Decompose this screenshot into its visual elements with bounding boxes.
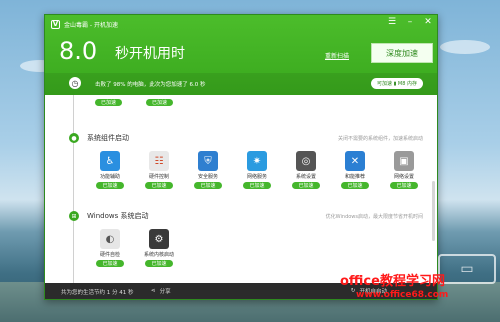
share-label: 分享 — [159, 289, 171, 295]
item-label: 和能推荐 — [344, 174, 365, 180]
status-pill[interactable]: 已加速 — [96, 182, 124, 189]
title-bar: V 金山毒霸 - 开机加速 — [51, 18, 118, 30]
time-saved-text: 共为您的生活节约 1 分 41 秒 — [61, 290, 134, 296]
shortcut-pill[interactable]: 可加速 ▮ M8 内存 — [370, 78, 423, 89]
section-title: 系统组件启动 — [87, 134, 129, 142]
section-title: Windows 系统启动 — [87, 212, 149, 220]
shortcut-pill-label: 可加速 ▮ M8 内存 — [376, 81, 417, 87]
result-info-text: 击败了 98% 的电脑，此次为您加速了 6.0 秒 — [95, 82, 206, 88]
result-info-bar: ◷ 击败了 98% 的电脑，此次为您加速了 6.0 秒 可加速 ▮ M8 内存 — [45, 73, 437, 95]
status-pill[interactable]: 已加速 — [390, 182, 418, 189]
item-label: 硬件自检 — [99, 252, 120, 258]
status-pill[interactable]: 已加速 — [96, 260, 124, 267]
watermark-url: www.office68.com — [356, 290, 449, 300]
header-panel: V 金山毒霸 - 开机加速 ☰ – ✕ 8.0 秒开机用时 重新扫描 深度加速 … — [45, 15, 437, 95]
close-icon[interactable]: ✕ — [423, 17, 433, 27]
network-settings-icon: ▣ — [394, 151, 414, 171]
list-item[interactable]: ☷ 硬件控制 已加速 — [144, 151, 174, 189]
list-item[interactable]: ⚙ 系统内核启动 已加速 — [144, 229, 174, 267]
content-area: 已加速 已加速 ● 系统组件启动 关闭不需要的系统组件，加速系统启动 ♿ 功能辅… — [45, 95, 437, 285]
window-controls: ☰ – ✕ — [387, 17, 433, 27]
watermark-text: office教程学习网 — [340, 274, 445, 289]
list-item[interactable]: ✕ 和能推荐 已加速 — [340, 151, 370, 189]
menu-icon[interactable]: ☰ — [387, 17, 397, 27]
item-label: 硬件控制 — [148, 174, 169, 180]
security-service-icon: ⛨ — [198, 151, 218, 171]
app-logo-icon: V — [51, 19, 60, 29]
status-pill[interactable]: 已加速 — [145, 182, 173, 189]
windows-logo-icon: ⊞ — [69, 211, 79, 221]
item-label: 安全服务 — [197, 174, 218, 180]
system-components-list: ♿ 功能辅助 已加速 ☷ 硬件控制 已加速 ⛨ 安全服务 已加速 ✷ 网络服务 … — [95, 151, 419, 189]
status-pill[interactable]: 已加速 — [341, 182, 369, 189]
windows-startup-list: ◐ 硬件自检 已加速 ⚙ 系统内核启动 已加速 — [95, 229, 174, 267]
status-pill[interactable]: 已加速 — [146, 99, 174, 106]
item-label: 系统设置 — [295, 174, 316, 180]
item-label: 网络设置 — [393, 174, 414, 180]
list-item[interactable]: ◎ 系统设置 已加速 — [291, 151, 321, 189]
hardware-control-icon: ☷ — [149, 151, 169, 171]
item-label: 网络服务 — [246, 174, 267, 180]
kernel-gear-icon: ⚙ — [149, 229, 169, 249]
status-pill[interactable]: 已加速 — [194, 182, 222, 189]
section-note: 关闭不需要的系统组件，加速系统启动 — [337, 136, 423, 142]
hardware-check-icon: ◐ — [100, 229, 120, 249]
share-icon: ⋖ — [151, 288, 156, 294]
network-service-icon: ✷ — [247, 151, 267, 171]
rescan-link[interactable]: 重新扫描 — [325, 51, 349, 60]
scrollbar[interactable] — [432, 181, 435, 241]
app-window: V 金山毒霸 - 开机加速 ☰ – ✕ 8.0 秒开机用时 重新扫描 深度加速 … — [44, 14, 438, 300]
status-pill[interactable]: 已加速 — [292, 182, 320, 189]
section-header-windows-startup: ⊞ Windows 系统启动 — [69, 211, 148, 221]
status-pill[interactable]: 已加速 — [145, 260, 173, 267]
section-note: 优化Windows启动，最大限度节省开机时间 — [325, 214, 423, 220]
minimize-icon[interactable]: – — [405, 17, 415, 27]
clock-icon: ◷ — [69, 77, 81, 89]
share-button[interactable]: ⋖ 分享 — [151, 287, 171, 295]
status-pill[interactable]: 已加速 — [243, 182, 271, 189]
list-item[interactable]: ✷ 网络服务 已加速 — [242, 151, 272, 189]
top-status-row: 已加速 已加速 — [95, 99, 174, 106]
list-item[interactable]: ▣ 网络设置 已加速 — [389, 151, 419, 189]
timeline-line — [73, 95, 74, 285]
status-pill[interactable]: 已加速 — [95, 99, 123, 106]
boot-time-number: 8.0 — [59, 37, 98, 65]
list-item[interactable]: ⛨ 安全服务 已加速 — [193, 151, 223, 189]
watermark-logo: ▭ — [438, 254, 496, 284]
app-title: 金山毒霸 - 开机加速 — [64, 21, 118, 29]
list-item[interactable]: ♿ 功能辅助 已加速 — [95, 151, 125, 189]
desktop-cloud — [440, 40, 490, 54]
item-label: 系统内核启动 — [144, 252, 175, 258]
deep-accelerate-button[interactable]: 深度加速 — [371, 43, 433, 63]
section-dot-icon: ● — [69, 133, 79, 143]
list-item[interactable]: ◐ 硬件自检 已加速 — [95, 229, 125, 267]
item-label: 功能辅助 — [99, 174, 120, 180]
accessibility-icon: ♿ — [100, 151, 120, 171]
system-settings-icon: ◎ — [296, 151, 316, 171]
tools-icon: ✕ — [345, 151, 365, 171]
boot-time-label: 秒开机用时 — [115, 46, 185, 62]
section-header-system-components: ● 系统组件启动 — [69, 133, 129, 143]
